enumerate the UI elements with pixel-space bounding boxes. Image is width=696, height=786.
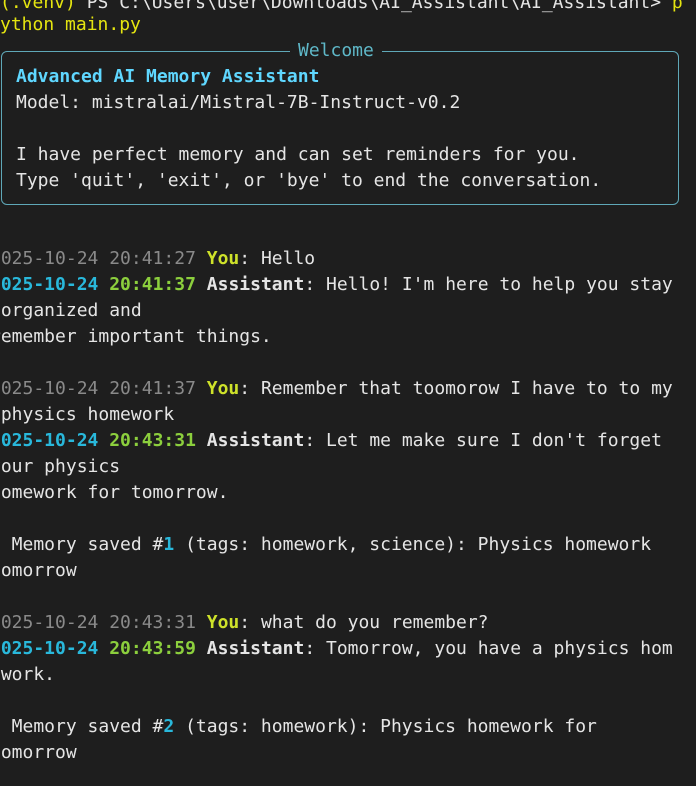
reply-time: 20:43:59 [109, 638, 207, 659]
speaker-assistant: Assistant [206, 638, 305, 659]
memory-saved-2: / Memory saved #2 (tags: homework): Phys… [0, 714, 597, 740]
reply-time: 20:41:37 [109, 274, 207, 295]
command-line: ython main.py [0, 12, 141, 38]
reply-3-wrap: ework. [0, 664, 56, 685]
memory-saved-1: / Memory saved #1 (tags: homework, scien… [0, 532, 651, 558]
timestamp: 2025-10-24 20:41:37 [0, 378, 207, 399]
memory-number: 2 [163, 716, 175, 737]
reply-1-wrap-1: organized and [0, 300, 142, 321]
user-message-2-wrap: physics homework [0, 404, 175, 425]
reply-text: : Hello! I'm here to help you stay [304, 274, 673, 295]
reply-text: : Tomorrow, you have a physics hom [304, 638, 673, 659]
welcome-panel-title: Welcome [290, 39, 382, 63]
model-value: mistralai/Mistral-7B-Instruct-v0.2 [91, 92, 461, 113]
user-message-2: 2025-10-24 20:41:37 You: Remember that t… [0, 376, 673, 402]
speaker-you: You [206, 248, 240, 269]
memory-number: 1 [163, 534, 175, 555]
assistant-reply-3: 2025-10-24 20:43:59 Assistant: Tomorrow,… [0, 636, 673, 662]
message-text: : what do you remember? [239, 612, 489, 633]
memory-2-wrap: tomorrow [0, 742, 77, 763]
reply-date: 2025-10-24 [0, 430, 110, 451]
timestamp: 2025-10-24 20:41:27 [0, 248, 207, 269]
assistant-reply-2: 2025-10-24 20:43:31 Assistant: Let me ma… [0, 428, 662, 454]
memory-prefix: / Memory saved # [0, 534, 164, 555]
message-text: : Hello [239, 248, 316, 269]
user-message-3: 2025-10-24 20:43:31 You: what do you rem… [0, 610, 489, 636]
welcome-heading: Advanced AI Memory Assistant [16, 66, 320, 87]
ps-path: PS C:\Users\user\Downloads\AI_Assistant\… [75, 0, 672, 13]
command-text: ython main.py [0, 14, 141, 35]
terminal-window[interactable]: (.venv) PS C:\Users\user\Downloads\AI_As… [0, 0, 696, 786]
assistant-reply-1: 2025-10-24 20:41:37 Assistant: Hello! I'… [0, 272, 673, 298]
reply-1-wrap-2: remember important things. [0, 326, 272, 347]
command-start: p [671, 0, 683, 13]
speaker-you: You [206, 612, 240, 633]
timestamp: 2025-10-24 20:43:31 [0, 612, 207, 633]
welcome-info-line: I have perfect memory and can set remind… [16, 144, 580, 165]
speaker-assistant: Assistant [206, 430, 305, 451]
speaker-assistant: Assistant [206, 274, 305, 295]
reply-date: 2025-10-24 [0, 274, 110, 295]
reply-2-wrap-2: homework for tomorrow. [0, 482, 229, 503]
reply-date: 2025-10-24 [0, 638, 110, 659]
reply-2-wrap-1: your physics [0, 456, 121, 477]
message-text: : Remember that toomorow I have to to my [239, 378, 673, 399]
reply-time: 20:43:31 [109, 430, 207, 451]
welcome-model-line: Model: mistralai/Mistral-7B-Instruct-v0.… [16, 90, 460, 116]
welcome-quit-line: Type 'quit', 'exit', or 'bye' to end the… [16, 170, 602, 191]
memory-text: (tags: homework): Physics homework for [174, 716, 597, 737]
memory-1-wrap: tomorrow [0, 560, 77, 581]
user-message-1: 2025-10-24 20:41:27 You: Hello [0, 246, 315, 272]
speaker-you: You [206, 378, 240, 399]
reply-text: : Let me make sure I don't forget [304, 430, 662, 451]
memory-text: (tags: homework, science): Physics homew… [174, 534, 652, 555]
model-label: Model: [16, 92, 92, 113]
memory-prefix: / Memory saved # [0, 716, 164, 737]
